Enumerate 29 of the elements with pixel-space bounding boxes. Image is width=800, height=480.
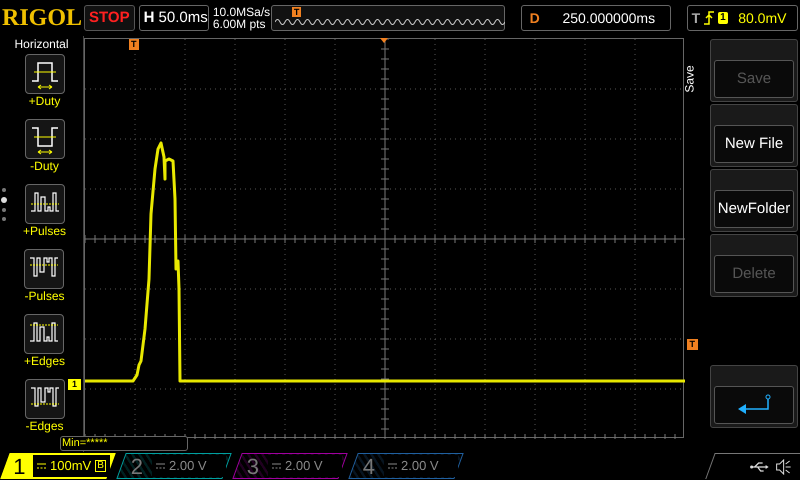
delay-display: D 250.000000ms [520, 5, 671, 31]
run-stop-button[interactable]: STOP [84, 5, 135, 31]
brand-logo: RIGOL [2, 4, 80, 33]
dc-coupling-icon [37, 463, 46, 469]
channel-tab[interactable]: 2 2.00 V [116, 453, 232, 479]
timebase-display: H 50.0ms [138, 5, 209, 31]
rising-edge-icon [704, 11, 714, 25]
trigger-position-marker: T [129, 39, 138, 50]
dc-coupling-icon [272, 463, 281, 469]
trigger-position-marker: T [292, 7, 302, 17]
channel-offset-marker: 1 [68, 379, 82, 390]
memory-depth: 6.00M pts [212, 18, 267, 30]
softkey-button[interactable]: NewFolder [710, 169, 798, 232]
trigger-display: T 1 80.0mV [686, 5, 798, 31]
channel-tab[interactable]: 3 2.00 V [232, 453, 348, 479]
menu-title: Save [682, 65, 697, 93]
speaker-muted-icon [776, 458, 792, 474]
measurement-readout: Min=***** [60, 436, 188, 451]
channel-tab[interactable]: 1 100mV B [0, 453, 116, 479]
channel-tab[interactable]: 4 2.00 V [348, 453, 464, 479]
center-marker-icon [380, 38, 388, 43]
trigger-level-marker: T [686, 339, 698, 350]
dc-coupling-icon [156, 463, 165, 469]
back-button[interactable] [710, 365, 798, 428]
dc-coupling-icon [388, 463, 397, 469]
usb-icon [750, 460, 770, 472]
sine-wave-icon [274, 17, 505, 27]
menu-title: Horizontal [14, 37, 69, 51]
softkey-button[interactable]: New File [710, 104, 798, 167]
